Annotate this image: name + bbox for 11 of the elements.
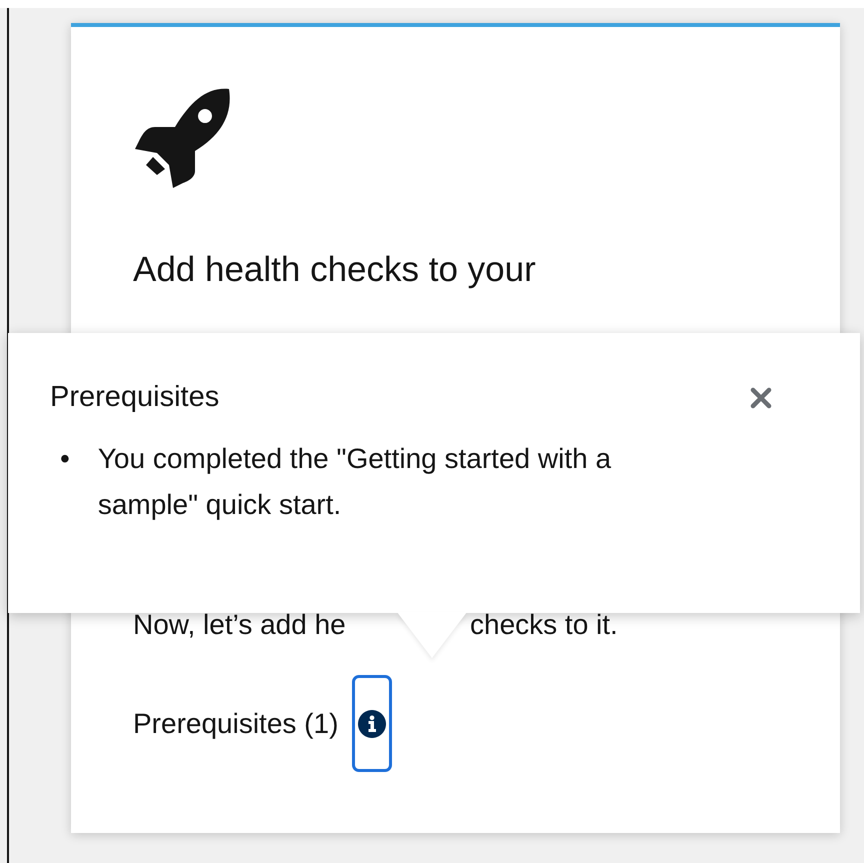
bullet-marker: •: [60, 442, 70, 476]
card-description: checks to it.: [470, 608, 618, 642]
card-description: Now, let’s add he: [133, 608, 346, 642]
prerequisite-item: You completed the "Getting started with a sample" quick start.: [98, 442, 612, 522]
info-button[interactable]: [352, 675, 392, 772]
close-button[interactable]: [749, 386, 773, 410]
info-icon: [358, 710, 386, 738]
close-icon: [749, 386, 773, 410]
popover-title: Prerequisites: [50, 381, 220, 414]
card-title: Add health checks to your: [133, 249, 536, 291]
prerequisites-label: Prerequisites (1): [133, 708, 338, 740]
